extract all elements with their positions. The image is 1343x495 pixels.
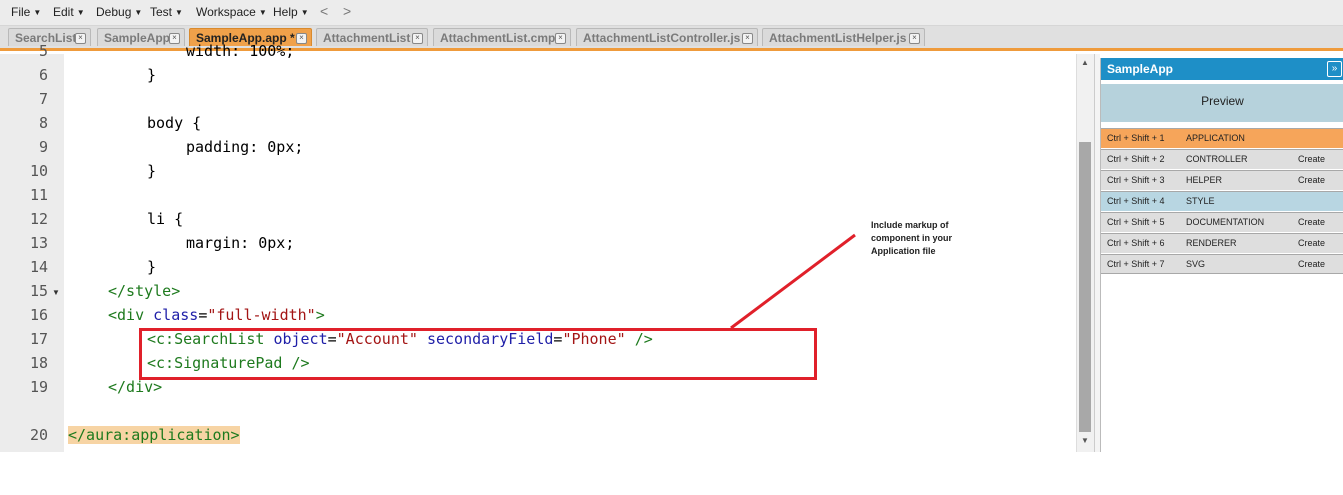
annotation-note: Include markup of component in your Appl…: [871, 219, 981, 258]
annotation-line-2: component in your: [871, 233, 952, 243]
annotation-arrow-stroke: [730, 233, 856, 330]
annotation-arrow-line: [730, 233, 856, 330]
annotation-line-3: Application file: [871, 246, 936, 256]
ide-window: File ▼ Edit ▼ Debug ▼ Test ▼ Workspace ▼ Help…: [0, 0, 1343, 495]
annotation-line-1: Include markup of: [871, 220, 949, 230]
